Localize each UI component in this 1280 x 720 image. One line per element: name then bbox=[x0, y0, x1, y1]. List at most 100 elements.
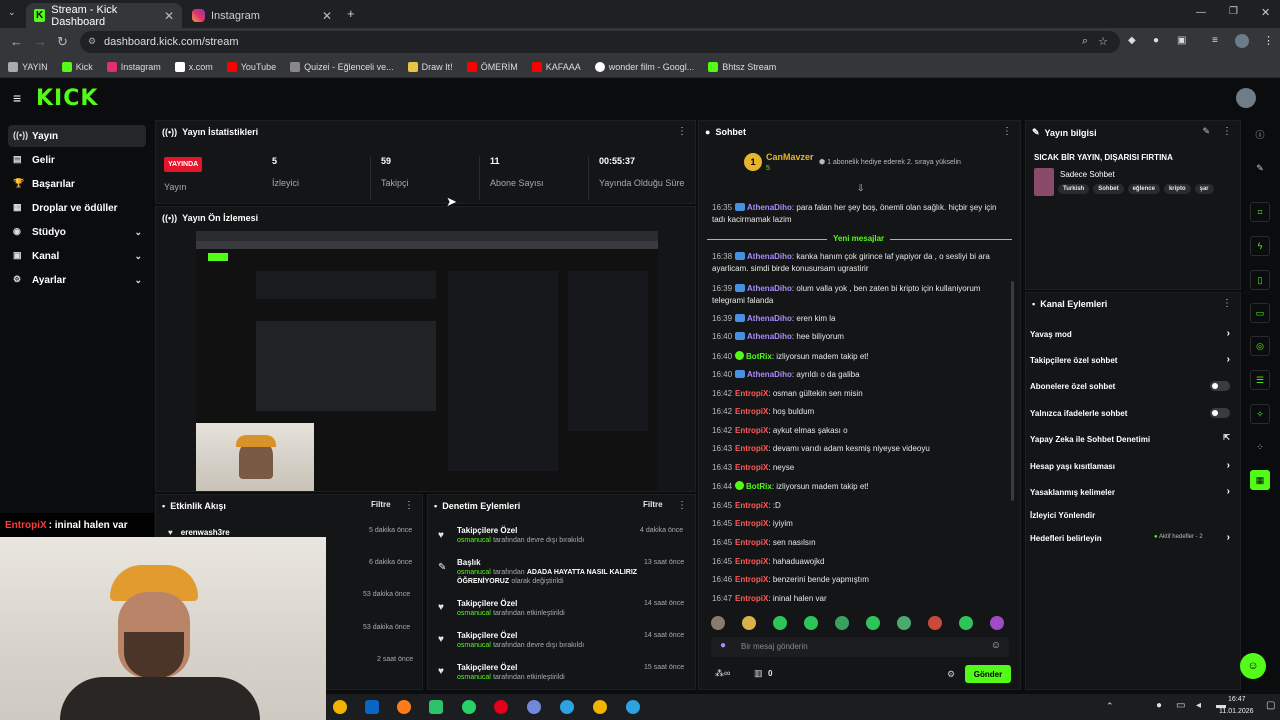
app-icon[interactable] bbox=[429, 700, 443, 714]
action-set-goals[interactable]: Hedefleri belirleyin ● Aktif hedefler - 2… bbox=[1030, 532, 1230, 543]
emoji-icon[interactable]: ☺ bbox=[991, 640, 1001, 651]
document-icon[interactable]: ▯ bbox=[1250, 270, 1270, 290]
edit-icon[interactable]: ✎ bbox=[1202, 126, 1210, 137]
sidebar-item-studyo[interactable]: ◉ Stüdyo ⌄ bbox=[8, 221, 146, 243]
preview-video[interactable] bbox=[196, 231, 658, 491]
chat-input[interactable]: ● Bir mesaj gönderin ☺ bbox=[711, 637, 1009, 657]
window-close-icon[interactable]: ✕ bbox=[1261, 6, 1270, 19]
network-icon[interactable]: ▭ bbox=[1176, 700, 1185, 711]
info-icon[interactable]: ⓘ bbox=[1250, 124, 1270, 144]
tab-instagram[interactable]: Instagram ✕ bbox=[184, 3, 340, 28]
kick-logo[interactable]: KICK bbox=[36, 86, 98, 111]
emote-icon[interactable] bbox=[866, 616, 880, 630]
close-tab-icon[interactable]: ✕ bbox=[322, 9, 332, 23]
sidebar-item-basarilar[interactable]: 🏆 Başarılar bbox=[8, 173, 146, 195]
action-ai-moderation[interactable]: Yapay Zeka ile Sohbet Denetimi ⇱ bbox=[1030, 433, 1230, 444]
pencil-icon[interactable]: ✎ bbox=[1250, 158, 1270, 178]
tag[interactable]: Sohbet bbox=[1093, 184, 1124, 194]
notification-icon[interactable]: ▢ bbox=[1266, 700, 1275, 711]
discord-icon[interactable] bbox=[527, 700, 541, 714]
zoom-icon[interactable]: ⌕ bbox=[1082, 35, 1088, 48]
chrome-icon[interactable] bbox=[593, 700, 607, 714]
telegram-icon[interactable] bbox=[626, 700, 640, 714]
message-user[interactable]: AthenaDiho bbox=[747, 284, 792, 293]
site-info-icon[interactable]: ⚙ bbox=[88, 36, 96, 47]
message-user[interactable]: AthenaDiho bbox=[747, 370, 792, 379]
sidebar-item-droplar[interactable]: ▦ Droplar ve ödüller bbox=[8, 197, 146, 219]
more-options-icon[interactable]: ⋮ bbox=[677, 500, 687, 511]
action-subscribers-only[interactable]: Abonelere özel sohbet bbox=[1030, 381, 1230, 391]
message-user[interactable]: EntropiX bbox=[735, 538, 768, 547]
message-user[interactable]: EntropiX bbox=[735, 575, 768, 584]
bookmark-quizei[interactable]: Quizei - Eğlenceli ve... bbox=[290, 61, 394, 72]
user-avatar[interactable] bbox=[1236, 88, 1256, 108]
message-user[interactable]: EntropiX bbox=[735, 389, 768, 398]
close-tab-icon[interactable]: ✕ bbox=[164, 9, 174, 23]
message-user[interactable]: EntropiX bbox=[735, 557, 768, 566]
message-user[interactable]: EntropiX bbox=[735, 501, 768, 510]
outlook-icon[interactable] bbox=[365, 700, 379, 714]
bookmark-x[interactable]: x.com bbox=[174, 61, 213, 72]
sidebar-item-kanal[interactable]: ▣ Kanal ⌄ bbox=[8, 245, 146, 267]
message-user[interactable]: AthenaDiho bbox=[747, 314, 792, 323]
message-user[interactable]: EntropiX bbox=[735, 444, 768, 453]
bookmark-bhtsz[interactable]: Bhtsz Stream bbox=[708, 61, 776, 72]
bookmark-youtube[interactable]: YouTube bbox=[226, 61, 276, 72]
chat-settings-icon[interactable]: ⚙ bbox=[947, 669, 955, 680]
forward-icon[interactable]: → bbox=[34, 34, 47, 49]
category-name[interactable]: Sadece Sohbet bbox=[1060, 170, 1115, 179]
media-icon[interactable]: ≡ bbox=[1212, 35, 1218, 46]
toggle-switch[interactable] bbox=[1210, 381, 1230, 391]
emote-icon[interactable] bbox=[835, 616, 849, 630]
kick-app-icon[interactable]: ▦ bbox=[1250, 470, 1270, 490]
reload-icon[interactable]: ↻ bbox=[57, 34, 68, 50]
emote-icon[interactable] bbox=[990, 616, 1004, 630]
scroll-down-icon[interactable]: ⇩ bbox=[857, 183, 865, 194]
message-user[interactable]: BotRix bbox=[746, 482, 772, 491]
tag[interactable]: kripto bbox=[1163, 184, 1191, 194]
profile-avatar[interactable] bbox=[1235, 34, 1249, 48]
maximize-icon[interactable]: ❐ bbox=[1229, 6, 1238, 17]
share-icon[interactable]: ⁘ bbox=[1250, 437, 1270, 457]
bookmark-yayin[interactable]: YAYIN bbox=[8, 61, 48, 72]
url-field[interactable]: ⚙ dashboard.kick.com/stream ⌕ ☆ bbox=[80, 31, 1120, 53]
tab-kick-dashboard[interactable]: K Stream - Kick Dashboard ✕ bbox=[26, 3, 182, 28]
broadcast-icon[interactable]: ◎ bbox=[1250, 336, 1270, 356]
mic-icon[interactable]: ● bbox=[1156, 700, 1162, 711]
tag[interactable]: eğlence bbox=[1127, 184, 1160, 194]
more-options-icon[interactable]: ⋮ bbox=[404, 500, 414, 511]
message-user[interactable]: EntropiX bbox=[735, 594, 768, 603]
action-followers-only[interactable]: Takipçilere özel sohbet › bbox=[1030, 354, 1230, 365]
more-options-icon[interactable]: ⋮ bbox=[677, 126, 687, 137]
emote-icon[interactable] bbox=[928, 616, 942, 630]
opera-icon[interactable] bbox=[494, 700, 508, 714]
toggle-switch[interactable] bbox=[1210, 408, 1230, 418]
sidebar-item-ayarlar[interactable]: ⚙ Ayarlar ⌄ bbox=[8, 269, 146, 291]
send-button[interactable]: Gönder bbox=[965, 665, 1011, 683]
chat-bubble-icon[interactable]: ▭ bbox=[1250, 303, 1270, 323]
action-emotes-only[interactable]: Yalnızca ifadelerle sohbet bbox=[1030, 408, 1230, 418]
whatsapp-icon[interactable] bbox=[462, 700, 476, 714]
extensions-puzzle-icon[interactable]: ▣ bbox=[1177, 35, 1186, 46]
emote-icon[interactable] bbox=[742, 616, 756, 630]
chrome-icon[interactable] bbox=[333, 700, 347, 714]
sidebar-item-gelir[interactable]: ▤ Gelir bbox=[8, 149, 146, 171]
action-slow-mode[interactable]: Yavaş mod › bbox=[1030, 328, 1230, 339]
emote-icon[interactable] bbox=[804, 616, 818, 630]
tag[interactable]: şar bbox=[1194, 184, 1214, 194]
bookmark-kick[interactable]: Kick bbox=[61, 61, 93, 72]
lightning-icon[interactable]: ϟ bbox=[1250, 236, 1270, 256]
new-tab-icon[interactable]: + bbox=[347, 6, 355, 21]
message-user[interactable]: EntropiX bbox=[735, 407, 768, 416]
tab-list-icon[interactable]: ⌄ bbox=[8, 7, 16, 18]
extension-icon[interactable]: ● bbox=[1153, 35, 1159, 46]
more-options-icon[interactable]: ⋮ bbox=[1222, 126, 1232, 137]
gift-box-icon[interactable]: ▥ bbox=[754, 668, 763, 679]
message-user[interactable]: AthenaDiho bbox=[747, 203, 792, 212]
emote-icon[interactable] bbox=[711, 616, 725, 630]
filter-button[interactable]: Filtre bbox=[371, 500, 391, 509]
wrench-icon[interactable]: ✧ bbox=[1250, 404, 1270, 424]
hamburger-menu-icon[interactable]: ≡ bbox=[13, 90, 21, 106]
support-chat-icon[interactable]: ☺ bbox=[1240, 653, 1266, 679]
emote-icon[interactable] bbox=[897, 616, 911, 630]
